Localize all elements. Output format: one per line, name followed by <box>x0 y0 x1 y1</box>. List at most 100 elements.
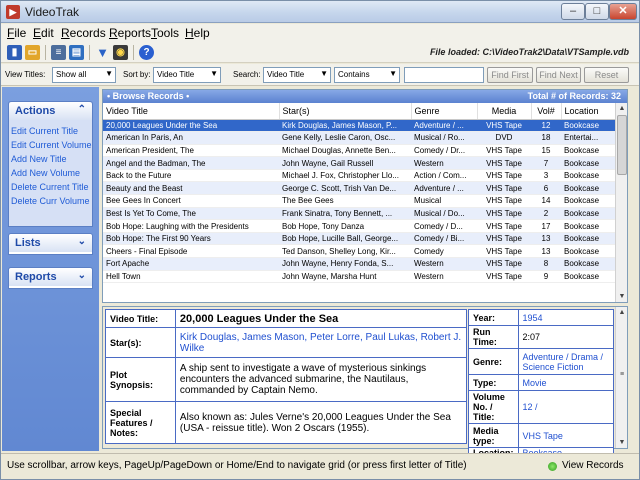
lists-panel-header[interactable]: Lists ⌄ <box>9 234 92 252</box>
menu-bar: File Edit Records Reports Tools Help <box>1 24 639 42</box>
action-edit-current-title[interactable]: Edit Current Title <box>10 124 91 138</box>
menu-reports[interactable]: Reports <box>109 26 151 40</box>
grid-scrollbar[interactable]: ▲ ▼ <box>615 103 627 302</box>
year-value[interactable]: 1954 <box>517 309 614 326</box>
column-header-stars[interactable]: Star(s) <box>279 103 412 120</box>
action-add-new-volume[interactable]: Add New Volume <box>10 166 91 180</box>
menu-help[interactable]: Help <box>185 26 210 40</box>
scroll-down-icon[interactable]: ▼ <box>616 437 628 448</box>
genre-value[interactable]: Adventure / Drama / Science Fiction <box>517 348 614 375</box>
find-first-button[interactable]: Find First <box>487 67 533 83</box>
expand-chevron-icon[interactable]: ⌄ <box>78 236 86 247</box>
cell-stars: Bob Hope, Lucille Ball, George... <box>279 232 411 246</box>
volume-value[interactable]: 12 / <box>517 390 614 424</box>
reports-panel[interactable]: Reports ⌄ <box>8 267 93 289</box>
reset-button[interactable]: Reset <box>584 67 629 83</box>
table-row[interactable]: American In Paris, An Gene Kelly, Leslie … <box>103 131 615 145</box>
open-folder-icon[interactable]: ▭ <box>25 45 40 60</box>
table-row[interactable]: Cheers - Final Episode Ted Danson, Shelle… <box>103 244 615 259</box>
minimize-button[interactable]: – <box>561 3 585 20</box>
status-mode: View Records <box>562 460 624 471</box>
lists-panel[interactable]: Lists ⌄ <box>8 233 93 255</box>
cell-title: Back to the Future <box>103 169 279 183</box>
cell-genre: Comedy / D... <box>411 219 477 233</box>
column-header-genre[interactable]: Genre <box>411 103 478 120</box>
table-row[interactable]: American President, The Michael Douglas, … <box>103 144 615 158</box>
type-value[interactable]: Movie <box>517 374 614 391</box>
cell-vol: 15 <box>531 144 561 158</box>
search-mode-dropdown[interactable]: Contains ▼ <box>334 67 400 83</box>
list-view-icon[interactable]: ≡ <box>51 45 66 60</box>
view-titles-label: View Titles: <box>5 70 46 79</box>
view-titles-dropdown[interactable]: Show all ▼ <box>52 67 116 83</box>
scroll-up-icon[interactable]: ▲ <box>616 103 628 114</box>
table-row[interactable]: Angel and the Badman, The John Wayne, Gai… <box>103 156 615 170</box>
table-row[interactable]: 20,000 Leagues Under the Sea Kirk Douglas… <box>103 119 615 133</box>
menu-file[interactable]: File <box>7 26 26 40</box>
expand-chevron-icon[interactable]: ⌄ <box>78 270 86 281</box>
action-delete-current-title[interactable]: Delete Current Title <box>10 180 91 194</box>
cell-title: Best Is Yet To Come, The <box>103 207 279 221</box>
cell-vol: 3 <box>531 169 561 183</box>
table-row[interactable]: Bee Gees In Concert The Bee Gees Musical VH… <box>103 194 615 208</box>
close-button[interactable]: ✕ <box>609 3 637 20</box>
binoculars-icon[interactable]: ◉ <box>113 45 128 60</box>
cell-stars: John Wayne, Gail Russell <box>279 156 411 170</box>
sort-by-label: Sort by: <box>123 70 151 79</box>
scroll-up-icon[interactable]: ▲ <box>616 307 628 318</box>
maximize-button[interactable]: □ <box>585 3 609 20</box>
search-field-dropdown[interactable]: Video Title ▼ <box>263 67 331 83</box>
form-view-icon[interactable]: ▤ <box>69 45 84 60</box>
filter-icon[interactable]: ▼ <box>95 45 110 60</box>
column-header-title[interactable]: Video Title <box>103 103 280 120</box>
action-add-new-title[interactable]: Add New Title <box>10 152 91 166</box>
grid-title: • Browse Records • <box>107 91 190 101</box>
table-row[interactable]: Hell Town John Wayne, Marsha Hunt Western V… <box>103 270 615 284</box>
cell-media: VHS Tape <box>477 232 531 246</box>
records-table: Video Title Star(s) Genre Media Vol# Loc… <box>103 103 616 284</box>
scroll-down-icon[interactable]: ▼ <box>616 291 628 302</box>
cell-vol: 6 <box>531 181 561 196</box>
collapse-chevron-icon[interactable]: ⌃ <box>78 104 86 115</box>
cell-location: Bookcase <box>561 232 615 246</box>
scroll-thumb[interactable] <box>617 115 627 175</box>
media-type-value[interactable]: VHS Tape <box>517 423 614 448</box>
dropdown-arrow-icon: ▼ <box>320 69 328 78</box>
table-row[interactable]: Fort Apache John Wayne, Henry Fonda, S...… <box>103 257 615 271</box>
cell-genre: Comedy / Bi... <box>411 232 477 246</box>
sidebar: Actions ⌃ Edit Current Title Edit Curren… <box>2 87 99 451</box>
menu-tools[interactable]: Tools <box>151 26 179 40</box>
cell-genre: Musical <box>411 194 477 208</box>
column-header-media[interactable]: Media <box>477 103 532 120</box>
cell-genre: Western <box>411 270 477 284</box>
stars-value[interactable]: Kirk Douglas, James Mason, Peter Lorre, … <box>174 327 468 358</box>
cell-title: Beauty and the Beast <box>103 181 279 196</box>
reports-panel-header[interactable]: Reports ⌄ <box>9 268 92 286</box>
menu-edit[interactable]: Edit <box>33 26 54 40</box>
action-edit-current-volume[interactable]: Edit Current Volume <box>10 138 92 152</box>
column-header-vol[interactable]: Vol# <box>531 103 562 120</box>
search-input[interactable] <box>404 67 484 83</box>
sort-by-value: Video Title <box>157 70 195 79</box>
dropdown-arrow-icon: ▼ <box>389 69 397 78</box>
window-title: VideoTrak <box>25 5 80 19</box>
menu-records[interactable]: Records <box>61 26 106 40</box>
find-next-button[interactable]: Find Next <box>536 67 581 83</box>
file-loaded-path: File loaded: C:\VideoTrak2\Data\VTSample… <box>429 47 629 57</box>
scroll-grip-icon[interactable]: ≡ <box>616 369 628 380</box>
help-icon[interactable]: ? <box>139 45 154 60</box>
table-row[interactable]: Beauty and the Beast George C. Scott, Tri… <box>103 181 615 196</box>
detail-scrollbar[interactable]: ▲ ≡ ▼ <box>615 307 627 448</box>
table-row[interactable]: Best Is Yet To Come, The Frank Sinatra, T… <box>103 207 615 221</box>
new-database-icon[interactable]: ▮ <box>7 45 22 60</box>
action-delete-curr-volume[interactable]: Delete Curr Volume <box>10 194 91 208</box>
column-header-location[interactable]: Location <box>561 103 616 120</box>
status-bar: Use scrollbar, arrow keys, PageUp/PageDo… <box>1 453 639 479</box>
table-row[interactable]: Bob Hope: The First 90 Years Bob Hope, Lu… <box>103 232 615 246</box>
cell-location: Bookcase <box>561 181 615 196</box>
sort-by-dropdown[interactable]: Video Title ▼ <box>153 67 221 83</box>
table-row[interactable]: Bob Hope: Laughing with the Presidents Bo… <box>103 219 615 233</box>
title-bar: ▶ VideoTrak – □ ✕ <box>1 1 639 23</box>
table-row[interactable]: Back to the Future Michael J. Fox, Christ… <box>103 169 615 183</box>
actions-panel-header[interactable]: Actions ⌃ <box>9 102 92 120</box>
